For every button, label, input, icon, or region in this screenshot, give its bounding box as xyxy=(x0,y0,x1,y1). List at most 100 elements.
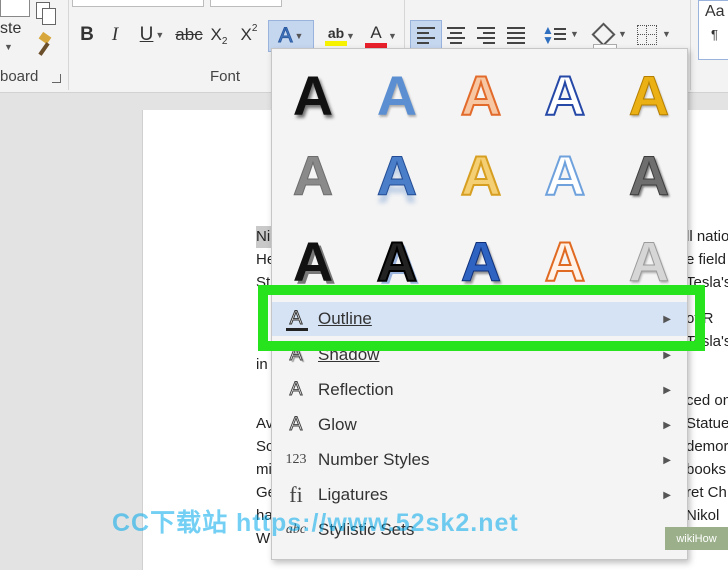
styles-sample: Aa xyxy=(705,3,725,20)
effect-blue-gradient[interactable]: A xyxy=(362,61,432,131)
submenu-arrow-icon: ▶ xyxy=(663,419,671,431)
highlight-icon: ab xyxy=(327,24,345,41)
effect-blue-outline[interactable]: A xyxy=(530,61,600,131)
doc-line-right: Nikol xyxy=(686,507,720,524)
bold-label: B xyxy=(80,24,94,45)
menu-item-label: Glow xyxy=(318,415,357,434)
effect-glyph: A xyxy=(292,64,334,127)
font-color-dropdown-icon[interactable]: ▼ xyxy=(388,31,397,41)
format-painter-icon[interactable] xyxy=(36,31,58,56)
effect-glyph: A xyxy=(460,230,502,293)
subscript-label: X xyxy=(210,25,222,44)
subscript-button[interactable]: X2 xyxy=(206,22,232,48)
italic-label: I xyxy=(111,24,119,45)
underline-button[interactable]: U ▼ xyxy=(132,22,172,48)
shading-button[interactable]: ▼ xyxy=(590,20,627,50)
paste-icon[interactable] xyxy=(0,0,30,17)
effect-glyph: A xyxy=(628,230,670,293)
font-size-box[interactable] xyxy=(210,0,282,7)
effect-black-shadow[interactable]: A xyxy=(278,61,348,131)
align-center-button[interactable] xyxy=(442,20,470,50)
watermark-text: CC下载站 https://www.52sk2.net xyxy=(112,509,519,537)
menu-item-label: Number Styles xyxy=(318,450,430,469)
effect-lightblue-outline[interactable]: A xyxy=(530,141,600,211)
annotation-highlight-box xyxy=(258,285,705,351)
italic-button[interactable]: I xyxy=(102,22,128,48)
effect-glyph: A xyxy=(376,144,418,207)
effect-glyph: A xyxy=(544,230,586,293)
effect-gold[interactable]: A xyxy=(614,61,684,131)
font-name-box[interactable] xyxy=(72,0,204,7)
clipboard-launcher-icon[interactable] xyxy=(52,74,61,83)
effect-glyph: A xyxy=(376,64,418,127)
strikethrough-label: abc xyxy=(175,25,203,44)
subscript-mark: 2 xyxy=(221,35,228,47)
font-group-label: Font xyxy=(210,68,241,85)
text-effects-dropdown-icon[interactable]: ▼ xyxy=(295,31,304,41)
wikihow-badge: wikiHow xyxy=(665,527,728,550)
submenu-arrow-icon: ▶ xyxy=(663,489,671,501)
text-effects-icon: A xyxy=(278,24,293,48)
font-color-bar xyxy=(365,42,387,48)
superscript-mark: 2 xyxy=(251,22,258,34)
menu-item-reflection[interactable]: A Reflection ▶ xyxy=(272,373,687,407)
borders-dropdown-icon[interactable]: ▼ xyxy=(662,29,671,39)
effect-glyph: A xyxy=(292,230,334,293)
reflection-icon: A xyxy=(289,379,303,401)
effect-gold-outline[interactable]: A xyxy=(446,141,516,211)
align-right-button[interactable] xyxy=(472,20,500,50)
effect-glyph: A xyxy=(460,64,502,127)
bold-button[interactable]: B xyxy=(74,22,100,48)
effect-glyph: A xyxy=(292,144,334,207)
menu-item-label: Reflection xyxy=(318,380,394,399)
copy-icon[interactable] xyxy=(36,2,56,25)
line-spacing-button[interactable]: ▲ ▼ ▼ xyxy=(538,20,579,50)
font-color-icon: A xyxy=(370,22,382,42)
menu-item-label: Ligatures xyxy=(318,485,388,504)
paste-dropdown-icon[interactable]: ▼ xyxy=(4,42,13,52)
borders-button[interactable]: ▼ xyxy=(634,20,671,50)
superscript-label: X xyxy=(240,25,252,44)
submenu-arrow-icon: ▶ xyxy=(663,384,671,396)
number-styles-icon: 123 xyxy=(285,452,307,467)
highlight-dropdown-icon[interactable]: ▼ xyxy=(346,31,355,41)
shading-dropdown-icon[interactable]: ▼ xyxy=(618,29,627,39)
doc-line-left: mi xyxy=(256,461,272,478)
effect-glyph: A xyxy=(544,144,586,207)
highlight-color-bar xyxy=(325,40,347,46)
menu-item-glow[interactable]: A Glow ▶ xyxy=(272,408,687,442)
submenu-arrow-icon: ▶ xyxy=(663,349,671,361)
paint-bucket-icon xyxy=(591,22,616,47)
effect-orange-outline[interactable]: A xyxy=(446,61,516,131)
doc-line-right: demor xyxy=(686,438,728,455)
effect-blue-reflection[interactable]: A xyxy=(362,141,432,211)
effect-glyph: A xyxy=(628,144,670,207)
justify-button[interactable] xyxy=(502,20,530,50)
paste-label[interactable]: ste xyxy=(0,20,21,38)
line-spacing-dropdown-icon[interactable]: ▼ xyxy=(570,29,579,39)
effect-glyph: A xyxy=(544,64,586,127)
doc-line-right: ret Ch xyxy=(686,484,727,501)
doc-line-left: in xyxy=(256,356,268,373)
menu-item-number-styles[interactable]: 123 Number Styles ▶ xyxy=(272,443,687,477)
styles-gallery-item[interactable]: Aa ¶ xyxy=(698,0,728,60)
doc-line-right: books xyxy=(686,461,727,478)
underline-label: U xyxy=(139,24,154,45)
superscript-button[interactable]: X2 xyxy=(236,22,262,48)
effect-gray-bevel[interactable]: A xyxy=(614,141,684,211)
strikethrough-button[interactable]: abc xyxy=(174,22,204,48)
doc-line-right: ced on xyxy=(686,392,728,409)
effect-glyph: A xyxy=(628,64,670,127)
effect-glyph: A xyxy=(460,144,502,207)
clipboard-group-label: board xyxy=(0,68,39,85)
doc-line-left: Ni xyxy=(256,228,271,245)
effect-gray-gradient[interactable]: A xyxy=(278,141,348,211)
submenu-arrow-icon: ▶ xyxy=(663,454,671,466)
doc-line-right: Statue xyxy=(686,415,728,432)
glow-icon: A xyxy=(289,414,303,436)
doc-line-right: e field xyxy=(686,251,727,268)
underline-dropdown-icon[interactable]: ▼ xyxy=(155,30,164,40)
effect-glyph: A xyxy=(376,230,418,293)
pilcrow-icon: ¶ xyxy=(711,27,718,42)
doc-line-right: ll natio xyxy=(686,228,728,245)
